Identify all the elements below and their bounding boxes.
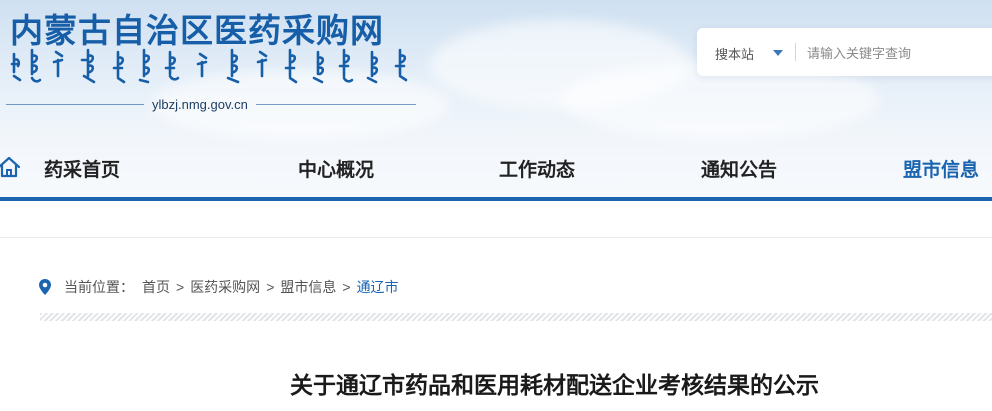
nav-underline <box>0 197 992 201</box>
breadcrumb-separator: > <box>342 279 351 295</box>
search-box: 搜本站 <box>697 28 992 76</box>
nav-item-center-overview[interactable]: 中心概况 <box>298 155 374 182</box>
site-domain-line: ylbzj.nmg.gov.cn <box>6 96 416 112</box>
mongolian-script-logo <box>10 48 408 84</box>
breadcrumb: 当前位置： 首页 > 医药采购网 > 盟市信息 > 通辽市 <box>38 276 399 298</box>
breadcrumb-separator: > <box>266 279 275 295</box>
breadcrumb-item-procurement-net[interactable]: 医药采购网 <box>190 277 260 297</box>
divider <box>795 43 796 61</box>
breadcrumb-prefix: 当前位置： <box>64 279 134 295</box>
site-domain: ylbzj.nmg.gov.cn <box>152 96 248 112</box>
nav-item-notices[interactable]: 通知公告 <box>701 155 777 182</box>
main-nav: 药采首页 中心概况 工作动态 通知公告 盟市信息 <box>0 140 992 196</box>
home-icon[interactable] <box>0 156 20 178</box>
breadcrumb-item-home[interactable]: 首页 <box>142 277 170 297</box>
location-pin-icon <box>39 279 51 295</box>
nav-item-league-city-info[interactable]: 盟市信息 <box>903 155 979 182</box>
caret-down-icon[interactable] <box>773 50 783 56</box>
divider <box>6 103 144 105</box>
breadcrumb-separator: > <box>176 279 185 295</box>
article-title: 关于通辽市药品和医用耗材配送企业考核结果的公示 <box>290 373 819 399</box>
nav-item-work-news[interactable]: 工作动态 <box>499 155 575 182</box>
search-input[interactable] <box>805 40 992 66</box>
breadcrumb-current[interactable]: 通辽市 <box>357 277 399 297</box>
divider <box>255 103 416 105</box>
site-title[interactable]: 内蒙古自治区医药采购网 <box>10 4 384 52</box>
divider <box>0 237 992 238</box>
breadcrumb-item-league-city-info[interactable]: 盟市信息 <box>280 277 336 297</box>
search-scope-label[interactable]: 搜本站 <box>715 44 754 63</box>
nav-item-home[interactable]: 药采首页 <box>44 155 120 182</box>
hatched-divider <box>40 313 992 321</box>
